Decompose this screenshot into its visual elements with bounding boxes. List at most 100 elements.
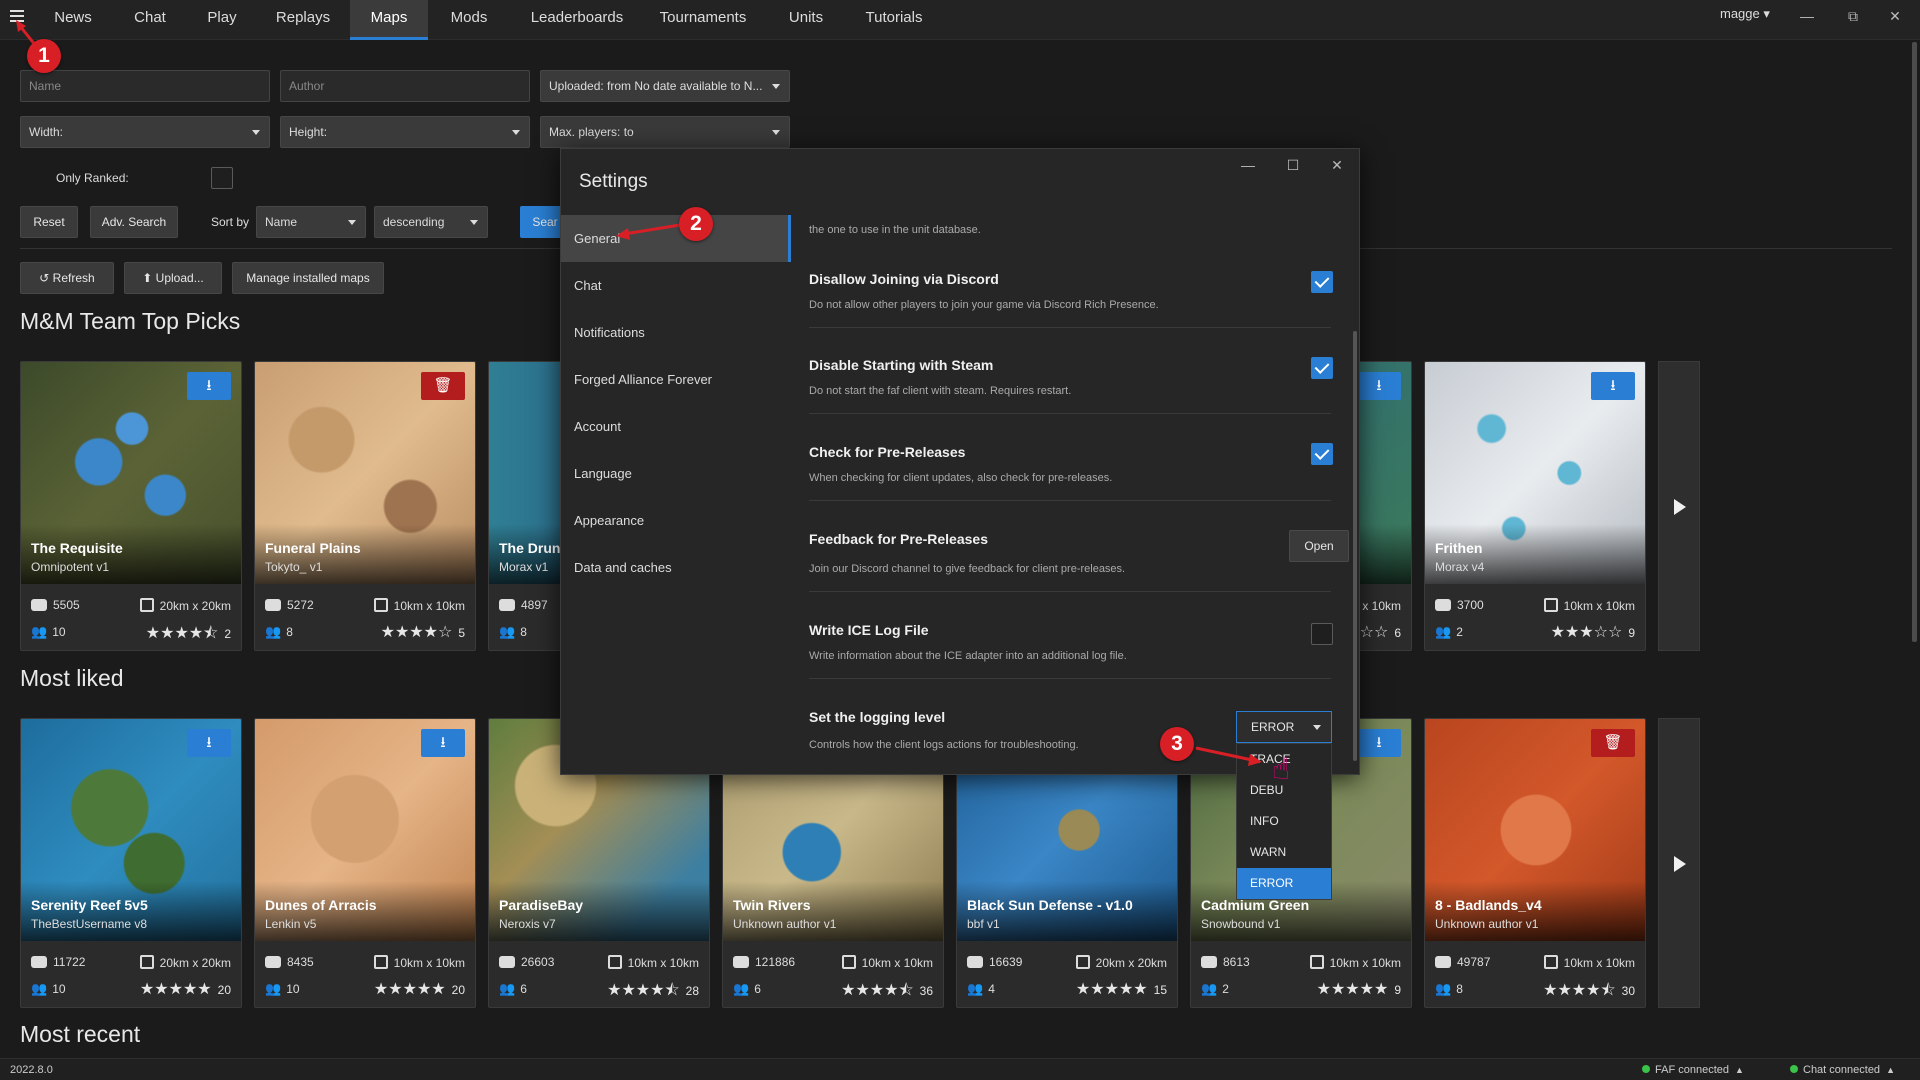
map-size: 10km x 10km bbox=[1309, 955, 1401, 970]
width-select[interactable]: Width: bbox=[20, 116, 270, 148]
top-picks-next-button[interactable] bbox=[1658, 361, 1700, 651]
setting-title: Disable Starting with Steam bbox=[809, 357, 994, 373]
sort-field-select[interactable]: Name bbox=[256, 206, 366, 238]
settings-nav-notifications[interactable]: Notifications bbox=[561, 309, 791, 356]
settings-nav-language[interactable]: Language bbox=[561, 450, 791, 497]
rating-stars-icon: ★★★★★ bbox=[139, 981, 212, 998]
install-map-button[interactable]: ⭳ bbox=[187, 729, 231, 757]
open-feedback-button[interactable]: Open bbox=[1289, 530, 1349, 562]
reset-button[interactable]: Reset bbox=[20, 206, 78, 238]
settings-scrollbar[interactable] bbox=[1353, 331, 1357, 761]
max-players-select[interactable]: Max. players: to bbox=[540, 116, 790, 148]
refresh-button[interactable]: ↺ Refresh bbox=[20, 262, 114, 294]
settings-nav-general[interactable]: General bbox=[561, 215, 791, 262]
tab-tournaments[interactable]: Tournaments bbox=[656, 0, 750, 40]
tab-units[interactable]: Units bbox=[780, 0, 832, 40]
name-input[interactable] bbox=[29, 71, 261, 101]
adv-search-button[interactable]: Adv. Search bbox=[90, 206, 178, 238]
map-size-value: 10km x 10km bbox=[393, 599, 465, 613]
pre-releases-checkbox[interactable] bbox=[1311, 443, 1333, 465]
uploaded-date-select[interactable]: Uploaded: from No date available to N... bbox=[540, 70, 790, 102]
map-card[interactable]: ⭳ Serenity Reef 5v5 TheBestUsername v8 1172… bbox=[20, 718, 242, 1008]
map-card[interactable]: ⭳ Dunes of Arracis Lenkin v5 8435 10km x 10k… bbox=[254, 718, 476, 1008]
tab-replays[interactable]: Replays bbox=[264, 0, 342, 40]
map-size-icon bbox=[841, 955, 856, 969]
tab-news[interactable]: News bbox=[40, 0, 106, 40]
tab-tutorials[interactable]: Tutorials bbox=[856, 0, 932, 40]
minimize-icon[interactable]: — bbox=[1792, 4, 1822, 28]
logging-level-select[interactable]: ERROR bbox=[1236, 711, 1332, 743]
install-map-button[interactable]: ⭳ bbox=[1357, 372, 1401, 400]
map-card[interactable]: ⭳ The Requisite Omnipotent v1 5505 20km x 20… bbox=[20, 361, 242, 651]
manage-installed-maps-button[interactable]: Manage installed maps bbox=[232, 262, 384, 294]
map-rating: ★★★★☆ 5 bbox=[381, 622, 465, 642]
author-input[interactable] bbox=[289, 71, 521, 101]
map-card[interactable]: ⭳ Frithen Morax v4 3700 10km x 10km 👥 2 ★★★☆☆ 9 bbox=[1424, 361, 1646, 651]
ice-log-checkbox[interactable] bbox=[1311, 623, 1333, 645]
upload-button[interactable]: ⬆ Upload... bbox=[124, 262, 222, 294]
only-ranked-checkbox[interactable] bbox=[211, 167, 233, 189]
chat-connection-status[interactable]: Chat connected ▲ bbox=[1790, 1064, 1895, 1076]
delete-map-button[interactable]: 🗑 bbox=[1591, 729, 1635, 757]
controller-icon bbox=[1435, 599, 1451, 611]
divider bbox=[809, 591, 1331, 592]
dialog-maximize-icon[interactable]: ☐ bbox=[1279, 153, 1307, 177]
map-name: The Drun bbox=[499, 540, 561, 556]
log-option-info[interactable]: INFO bbox=[1237, 806, 1331, 837]
log-option-warn[interactable]: WARN bbox=[1237, 837, 1331, 868]
most-liked-next-button[interactable] bbox=[1658, 718, 1700, 1008]
play-count-value: 49787 bbox=[1457, 955, 1491, 969]
map-max-players: 👥 6 bbox=[733, 981, 761, 997]
tab-maps[interactable]: Maps bbox=[350, 0, 428, 40]
delete-map-button[interactable]: 🗑 bbox=[421, 372, 465, 400]
sort-order-select[interactable]: descending bbox=[374, 206, 488, 238]
user-menu[interactable]: magge bbox=[1720, 6, 1770, 22]
tab-mods[interactable]: Mods bbox=[440, 0, 498, 40]
dialog-minimize-icon[interactable]: — bbox=[1234, 153, 1262, 177]
controller-icon bbox=[733, 956, 749, 968]
players-icon: 👥 bbox=[499, 624, 516, 639]
settings-nav-appearance[interactable]: Appearance bbox=[561, 497, 791, 544]
author-field[interactable] bbox=[280, 70, 530, 102]
disallow-discord-checkbox[interactable] bbox=[1311, 271, 1333, 293]
play-count-value: 5272 bbox=[287, 598, 314, 612]
map-card[interactable]: 🗑 8 - Badlands_v4 Unknown author v1 49787 10… bbox=[1424, 718, 1646, 1008]
tab-play[interactable]: Play bbox=[194, 0, 250, 40]
tab-chat[interactable]: Chat bbox=[120, 0, 180, 40]
faf-connection-status[interactable]: FAF connected ▲ bbox=[1642, 1064, 1744, 1076]
install-map-button[interactable]: ⭳ bbox=[421, 729, 465, 757]
install-map-button[interactable]: ⭳ bbox=[187, 372, 231, 400]
map-size-value: 10km x 10km bbox=[1563, 599, 1635, 613]
map-play-count: 4897 bbox=[499, 598, 548, 612]
map-rating: ★★★★⯪ 2 bbox=[146, 622, 231, 649]
review-count: 6 bbox=[1394, 626, 1401, 640]
menu-icon[interactable] bbox=[10, 9, 24, 23]
upload-icon: ⬆ bbox=[142, 271, 156, 285]
map-size-value: 10km x 10km bbox=[1329, 956, 1401, 970]
page-scrollbar[interactable] bbox=[1912, 42, 1917, 642]
install-map-button[interactable]: ⭳ bbox=[1357, 729, 1401, 757]
tab-leaderboards[interactable]: Leaderboards bbox=[518, 0, 636, 40]
settings-nav-account[interactable]: Account bbox=[561, 403, 791, 450]
dialog-close-icon[interactable]: ✕ bbox=[1323, 153, 1351, 177]
install-map-button[interactable]: ⭳ bbox=[1591, 372, 1635, 400]
restore-icon[interactable]: ⧉ bbox=[1838, 4, 1868, 28]
map-author-version: Unknown author v1 bbox=[733, 917, 837, 931]
rating-stars-icon: ★★★★★ bbox=[373, 981, 446, 998]
section-title-most-liked: Most liked bbox=[20, 665, 124, 691]
map-card[interactable]: 🗑 Funeral Plains Tokyto_ v1 5272 10km x 10km… bbox=[254, 361, 476, 651]
map-play-count: 8435 bbox=[265, 955, 314, 969]
disable-steam-checkbox[interactable] bbox=[1311, 357, 1333, 379]
map-size-icon bbox=[1543, 955, 1558, 969]
height-select[interactable]: Height: bbox=[280, 116, 530, 148]
close-icon[interactable]: ✕ bbox=[1880, 4, 1910, 28]
map-size: 10km x 10km bbox=[607, 955, 699, 970]
section-title-top-picks: M&M Team Top Picks bbox=[20, 308, 241, 334]
name-field[interactable] bbox=[20, 70, 270, 102]
log-option-error[interactable]: ERROR bbox=[1237, 868, 1331, 899]
setting-title: Check for Pre-Releases bbox=[809, 444, 966, 460]
settings-nav-faf[interactable]: Forged Alliance Forever bbox=[561, 356, 791, 403]
settings-nav-data-caches[interactable]: Data and caches bbox=[561, 544, 791, 591]
divider bbox=[809, 327, 1331, 328]
settings-nav-chat[interactable]: Chat bbox=[561, 262, 791, 309]
